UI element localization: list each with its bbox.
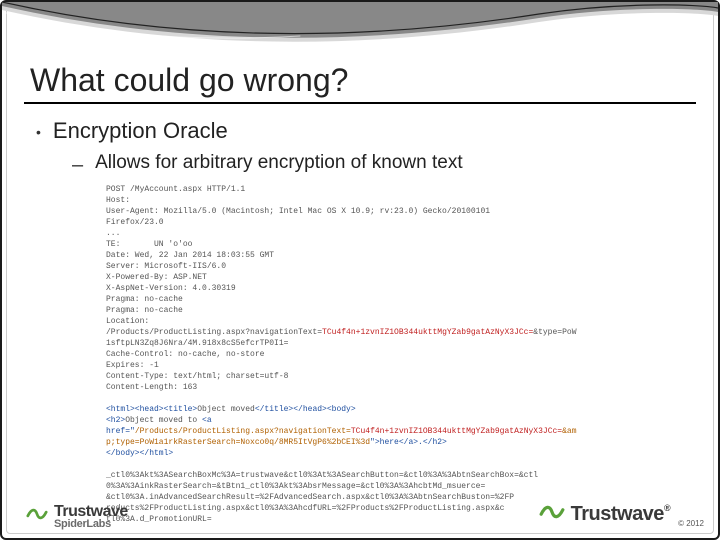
bullet-dot-icon: •	[36, 118, 41, 146]
code-html: </body></html>	[106, 449, 173, 458]
code-line: Pragma: no-cache	[106, 306, 183, 315]
code-attr: &am	[562, 427, 576, 436]
code-line: TE: UN 'o'oo	[106, 240, 192, 249]
code-line: Expires: -1	[106, 361, 159, 370]
slide-title: What could go wrong?	[30, 62, 348, 99]
code-html: <html><head><title>	[106, 405, 197, 414]
code-html: <h2>	[106, 416, 125, 425]
code-line: _ctl0%3Akt%3ASearchBoxMc%3A=trustwave&ct…	[106, 471, 538, 480]
code-html: </title></head><body>	[255, 405, 356, 414]
copyright: © 2012	[678, 519, 704, 528]
code-line: /Products/ProductListing.aspx?navigation…	[106, 328, 322, 337]
wave-icon	[539, 499, 565, 530]
bullet1-text: Encryption Oracle	[53, 118, 228, 144]
code-line: X-AspNet-Version: 4.0.30319	[106, 284, 236, 293]
code-line: ...	[106, 229, 120, 238]
code-html: ">here</a>.</h2>	[370, 438, 447, 447]
code-line: 0%3A%3AinkRasterSearch=&tBtn1_ctl0%3Akt%…	[106, 482, 485, 491]
code-line: Server: Microsoft-IIS/6.0	[106, 262, 226, 271]
code-attr: p;type=PoW1a	[106, 438, 164, 447]
logo-right-main: Trustwave®	[571, 503, 670, 526]
bullet-level-1: • Encryption Oracle	[36, 118, 688, 146]
slide-content: • Encryption Oracle – Allows for arbitra…	[36, 118, 688, 525]
bullet-dash-icon: –	[72, 152, 83, 178]
bullet2-text: Allows for arbitrary encryption of known…	[95, 152, 463, 174]
code-line: Host:	[106, 196, 130, 205]
code-line: Pragma: no-cache	[106, 295, 183, 304]
code-line: Location:	[106, 317, 149, 326]
code-line: Date: Wed, 22 Jan 2014 18:03:55 GMT	[106, 251, 274, 260]
title-underline	[24, 102, 696, 104]
code-line: X-Powered-By: ASP.NET	[106, 273, 207, 282]
code-line: Object moved	[197, 405, 255, 414]
code-line: &type=PoW	[533, 328, 576, 337]
code-line: User-Agent: Mozilla/5.0 (Macintosh; Inte…	[106, 207, 490, 216]
code-attr: /Products/ProductListing.aspx?navigation…	[135, 427, 351, 436]
code-line: Object moved to	[125, 416, 202, 425]
http-code-block: POST /MyAccount.aspx HTTP/1.1 Host: User…	[106, 184, 688, 525]
code-html: <a	[202, 416, 212, 425]
logo-right-text: Trustwave	[571, 503, 664, 525]
code-line: Firefox/23.0	[106, 218, 164, 227]
code-highlight: TCu4f4n+1zvnIZ1OB344ukttMgYZab9gatAzNyX3…	[351, 427, 562, 436]
code-line: Content-Type: text/html; charset=utf-8	[106, 372, 288, 381]
registered-mark: ®	[664, 503, 670, 513]
code-line: POST /MyAccount.aspx HTTP/1.1	[106, 185, 245, 194]
header-swoosh	[2, 2, 718, 62]
bullet-level-2: – Allows for arbitrary encryption of kno…	[72, 152, 688, 178]
code-line: Cache-Control: no-cache, no-store	[106, 350, 264, 359]
logo-spiderlabs: Trustwave SpiderLabs	[26, 503, 128, 530]
slide-frame: What could go wrong? • Encryption Oracle…	[0, 0, 720, 540]
code-attr: 1rkRasterSearch=Noxco0q/8MR5ItVgP6%2bCEI…	[164, 438, 370, 447]
code-html: href="	[106, 427, 135, 436]
code-highlight: TCu4f4n+1zvnIZ1OB344ukttMgYZab9gatAzNyX3…	[322, 328, 533, 337]
wave-icon	[26, 503, 48, 530]
code-line: 1sftpLN3Zq8J6Nra/4M.918x8cS5efcrTP0I1=	[106, 339, 288, 348]
footer: Trustwave SpiderLabs Trustwave® © 2012	[26, 499, 704, 530]
code-line: Content-Length: 163	[106, 383, 197, 392]
logo-trustwave: Trustwave®	[539, 499, 670, 530]
